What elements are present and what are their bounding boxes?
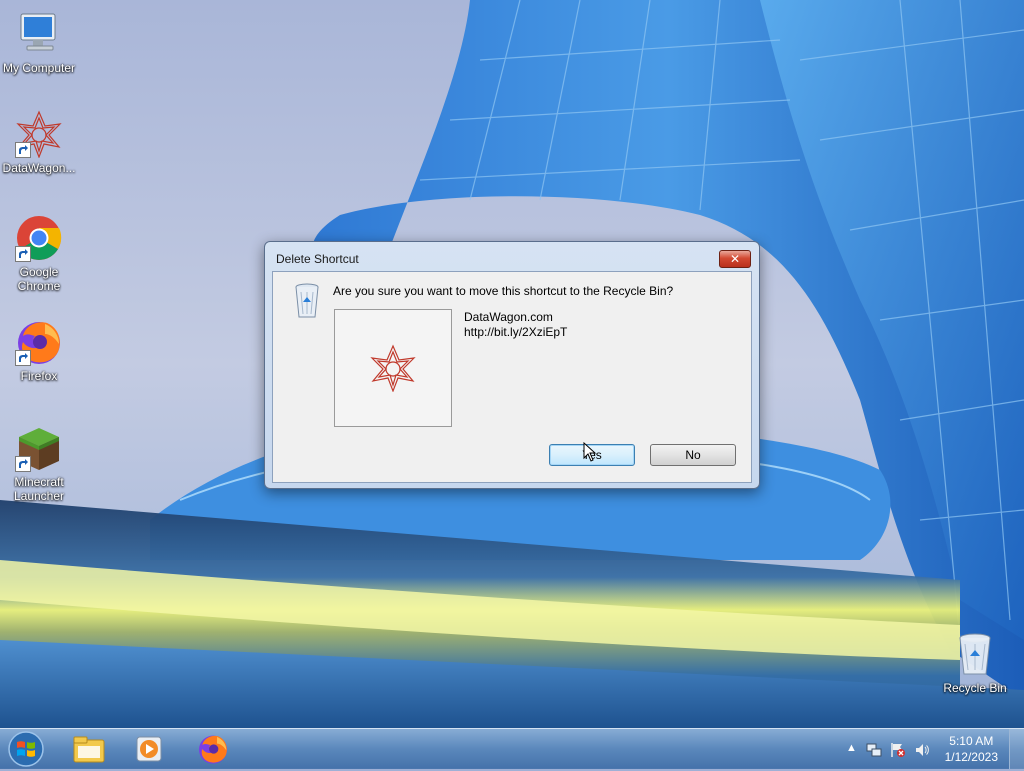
desktop-icon-recycle-bin[interactable]: Recycle Bin — [937, 630, 1013, 695]
desktop-icon-label: DataWagon... — [2, 161, 76, 175]
close-button[interactable]: ✕ — [719, 250, 751, 268]
shortcut-target-url: http://bit.ly/2XziEpT — [464, 325, 568, 339]
dialog-title: Delete Shortcut — [276, 252, 359, 266]
delete-shortcut-dialog: Delete Shortcut ✕ Are you sure you want … — [264, 241, 760, 489]
recycle-bin-icon — [951, 630, 999, 678]
recycle-bin-icon — [291, 282, 323, 320]
desktop-icon-my-computer[interactable]: My Computer — [1, 10, 77, 75]
shortcut-arrow-icon — [15, 350, 31, 366]
minecraft-icon — [15, 424, 63, 472]
no-button[interactable]: No — [650, 444, 736, 466]
start-button[interactable] — [6, 730, 46, 768]
show-desktop-button[interactable] — [1009, 729, 1024, 769]
desktop-icon-minecraft-launcher[interactable]: Minecraft Launcher — [1, 424, 77, 503]
volume-icon[interactable] — [914, 742, 930, 758]
taskbar-media-player[interactable] — [124, 731, 174, 767]
computer-icon — [15, 10, 63, 58]
firefox-icon — [199, 735, 227, 764]
taskbar: ▲ 5:10 AM 1/12/2023 — [0, 728, 1024, 769]
shortcut-arrow-icon — [15, 456, 31, 472]
windows-logo-icon — [8, 731, 44, 767]
clock-time: 5:10 AM — [949, 734, 994, 748]
shortcut-name: DataWagon.com — [464, 310, 553, 324]
taskbar-firefox[interactable] — [188, 731, 238, 767]
chrome-icon — [15, 214, 63, 262]
network-icon[interactable] — [866, 742, 882, 758]
firefox-icon — [15, 318, 63, 366]
system-clock[interactable]: 5:10 AM 1/12/2023 — [945, 733, 998, 765]
media-player-icon — [136, 736, 162, 762]
desktop-icon-label: Recycle Bin — [943, 681, 1007, 695]
action-center-flag-icon[interactable] — [890, 742, 906, 758]
mouse-cursor-icon — [583, 442, 597, 462]
desktop-icon-label: My Computer — [2, 61, 76, 75]
shortcut-arrow-icon — [15, 142, 31, 158]
desktop-icon-google-chrome[interactable]: Google Chrome — [1, 214, 77, 293]
shortcut-arrow-icon — [15, 246, 31, 262]
datawagon-icon — [370, 344, 416, 392]
desktop-icon-label: Google Chrome — [17, 265, 61, 293]
desktop-icon-label: Firefox — [20, 369, 58, 383]
clock-date: 1/12/2023 — [944, 750, 998, 764]
datawagon-icon — [15, 110, 63, 159]
show-hidden-icons-button[interactable]: ▲ — [846, 742, 862, 758]
confirmation-message: Are you sure you want to move this short… — [333, 284, 674, 298]
desktop-icon-label: Minecraft Launcher — [13, 475, 65, 503]
shortcut-preview — [334, 309, 452, 427]
file-explorer-icon — [73, 736, 105, 763]
desktop-icon-firefox[interactable]: Firefox — [1, 318, 77, 383]
shortcut-info: DataWagon.com http://bit.ly/2XziEpT — [464, 310, 567, 340]
dialog-body: Are you sure you want to move this short… — [272, 271, 752, 483]
desktop-icon-datawagon[interactable]: DataWagon... — [1, 110, 77, 175]
taskbar-file-explorer[interactable] — [64, 731, 114, 767]
